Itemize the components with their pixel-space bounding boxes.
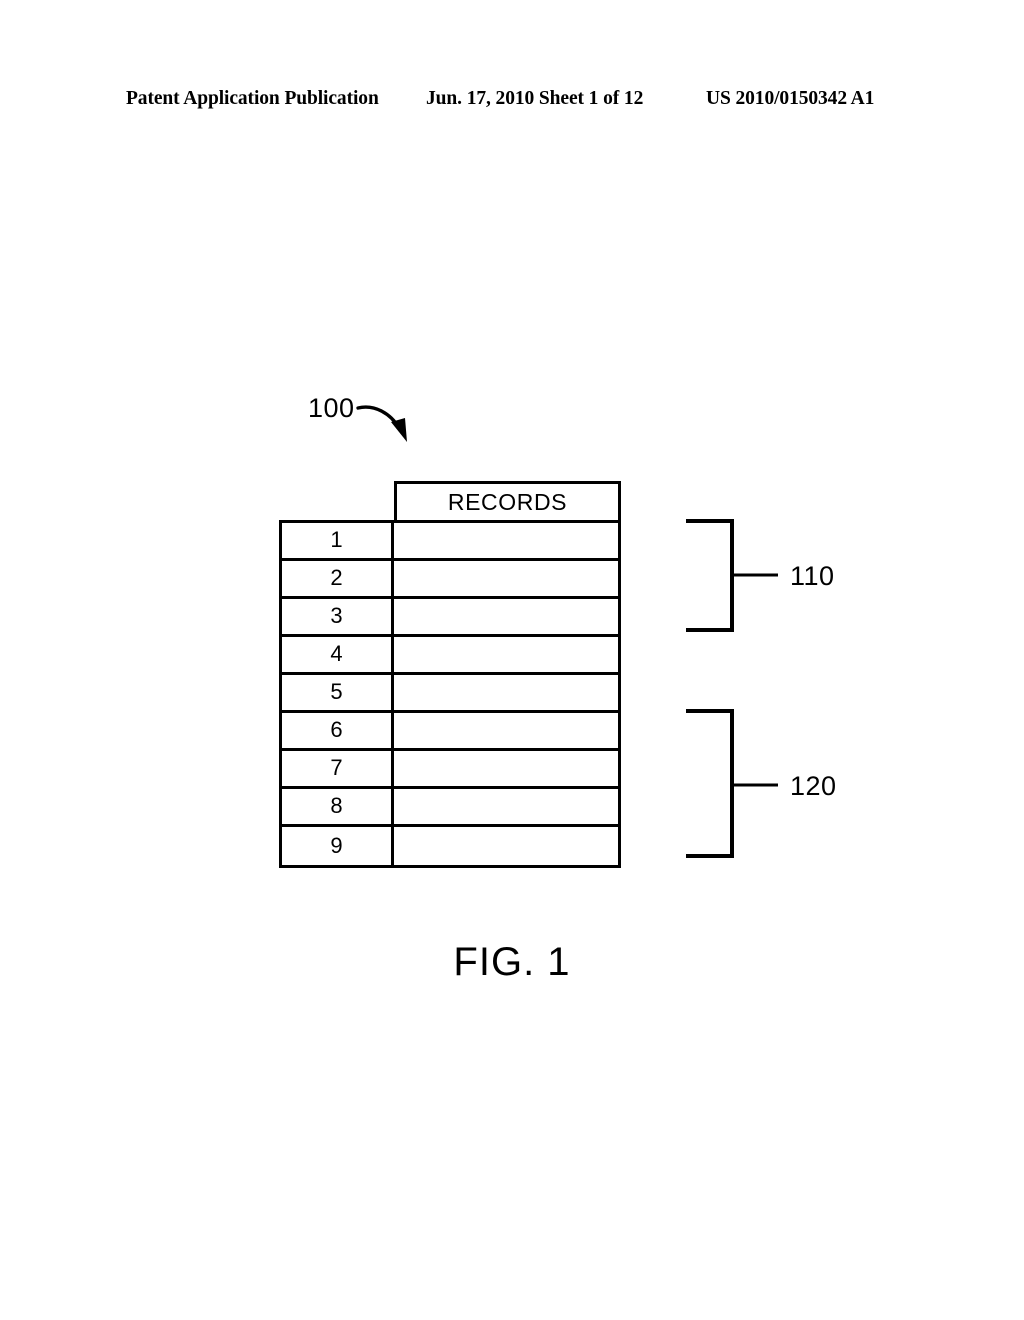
group-label-110: 110 [790,561,835,591]
bracket-bottom-cap [686,854,734,858]
bracket-leader-line [734,573,778,577]
row-number-cell: 5 [282,675,394,710]
table-header-records-cell: RECORDS [394,481,621,520]
table-header-spacer-cell [279,481,394,520]
row-record-cell [394,827,618,865]
group-bracket-110 [686,519,778,632]
row-record-cell [394,713,618,748]
group-label-120: 120 [790,771,837,801]
row-record-cell [394,599,618,634]
table-row[interactable]: 4 [282,637,618,675]
bracket-top-cap [686,709,734,713]
row-number-cell: 3 [282,599,394,634]
bracket-top-cap [686,519,734,523]
table-row[interactable]: 3 [282,599,618,637]
table-row[interactable]: 1 [282,523,618,561]
curved-arrow-icon [356,405,407,442]
row-record-cell [394,789,618,824]
table-row[interactable]: 9 [282,827,618,865]
row-number-cell: 4 [282,637,394,672]
bracket-leader-line [734,783,778,787]
row-record-cell [394,751,618,786]
row-record-cell [394,561,618,596]
table-row[interactable]: 8 [282,789,618,827]
records-table: RECORDS 1 2 3 4 5 6 7 8 9 [279,481,621,868]
table-header-row: RECORDS [279,481,621,520]
row-record-cell [394,637,618,672]
table-body: 1 2 3 4 5 6 7 8 9 [279,520,621,868]
row-number-cell: 6 [282,713,394,748]
table-row[interactable]: 2 [282,561,618,599]
row-number-cell: 8 [282,789,394,824]
bracket-bottom-cap [686,628,734,632]
row-record-cell [394,675,618,710]
row-record-cell [394,523,618,558]
row-number-cell: 7 [282,751,394,786]
table-row[interactable]: 7 [282,751,618,789]
row-number-cell: 1 [282,523,394,558]
row-number-cell: 2 [282,561,394,596]
figure-1-drawing: 100 RECORDS 1 2 3 4 5 6 7 8 9 110 120 FI… [0,0,1024,1320]
table-row[interactable]: 6 [282,713,618,751]
figure-caption: FIG. 1 [453,940,571,984]
group-bracket-120 [686,709,778,858]
row-number-cell: 9 [282,827,394,865]
table-row[interactable]: 5 [282,675,618,713]
reference-numeral-100: 100 [308,393,355,423]
